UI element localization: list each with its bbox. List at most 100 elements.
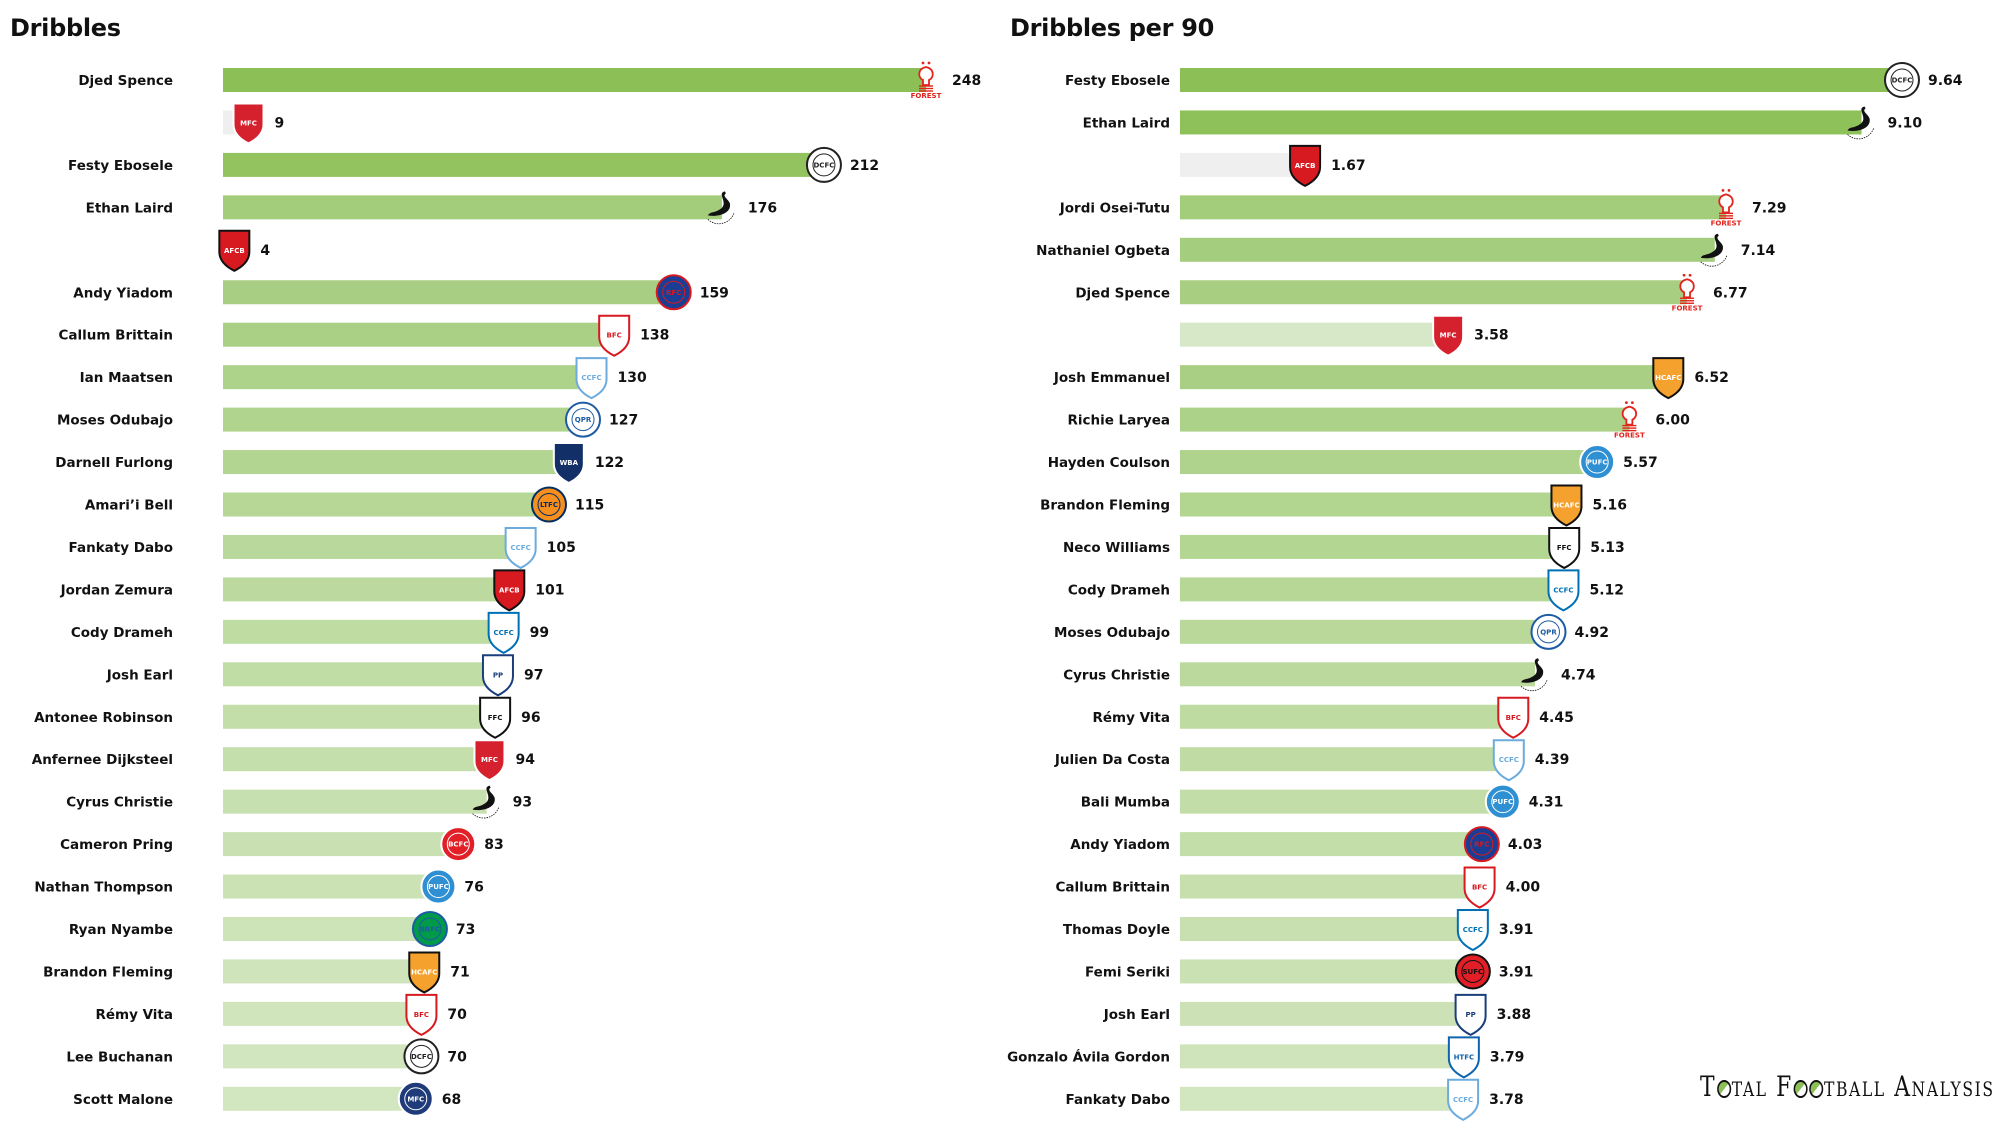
svg-text:RFC: RFC <box>666 289 681 297</box>
value-label: 3.91 <box>1499 922 1534 938</box>
bar-row: Rémy Vita BFC 4.45 <box>1092 696 1574 739</box>
player-label: Brandon Fleming <box>43 964 173 980</box>
svg-text:MFC: MFC <box>481 756 498 764</box>
svg-text:FOREST: FOREST <box>1614 432 1645 440</box>
bar <box>223 407 584 432</box>
coventry-crest-icon: CCFC <box>575 357 608 400</box>
svg-text:AFCB: AFCB <box>1295 162 1316 170</box>
svg-text:CCFC: CCFC <box>1453 1096 1473 1104</box>
bar-row: AFCB 4 <box>218 229 270 272</box>
hull-crest-icon: HCAFC <box>408 951 441 994</box>
player-label: Rémy Vita <box>95 1007 173 1023</box>
bar <box>223 662 498 687</box>
bar-row: Andy Yiadom RFC 4.03 <box>1070 826 1542 863</box>
player-label: Jordi Osei-Tutu <box>1059 200 1170 216</box>
bar-row: Scott Malone MFC 68 <box>73 1080 461 1117</box>
value-label: 94 <box>515 752 535 768</box>
value-label: 7.14 <box>1741 243 1776 259</box>
player-label: Josh Emmanuel <box>1053 370 1170 386</box>
player-label: Djed Spence <box>1075 285 1170 301</box>
bar-row: MFC 9 <box>223 102 284 145</box>
value-label: 3.91 <box>1499 964 1534 980</box>
bar <box>1180 577 1564 602</box>
svg-text:BFC: BFC <box>414 1011 429 1019</box>
svg-text:CCFC: CCFC <box>581 374 601 382</box>
barnsley-crest-icon: BFC <box>405 993 438 1037</box>
bar <box>1180 874 1480 899</box>
svg-text:BFC: BFC <box>1472 884 1487 892</box>
player-label: Andy Yiadom <box>73 285 173 301</box>
value-label: 4.00 <box>1506 880 1541 896</box>
value-label: 3.88 <box>1497 1007 1532 1023</box>
bournemouth-crest-icon: AFCB <box>1289 144 1322 188</box>
bar-row: Neco Williams FFC 5.13 <box>1063 526 1625 570</box>
svg-text:DCFC: DCFC <box>411 1053 432 1061</box>
value-label: 9.64 <box>1928 73 1963 89</box>
svg-text:WBA: WBA <box>560 459 579 467</box>
svg-text:PP: PP <box>1465 1011 1475 1019</box>
player-label: Cyrus Christie <box>66 795 173 811</box>
bar <box>223 322 615 347</box>
dribbles-bar-chart: Djed Spence FOREST 248 MFC 9 Festy Ebosele DCF… <box>32 61 981 1117</box>
value-label: 4.31 <box>1529 795 1564 811</box>
svg-text:PUFC: PUFC <box>1492 798 1513 806</box>
svg-text:FFC: FFC <box>488 714 503 722</box>
svg-text:DCFC: DCFC <box>1892 77 1913 85</box>
peterborough-crest-icon: PUFC <box>1484 783 1521 820</box>
cardiff-crest-icon: CCFC <box>1456 909 1489 952</box>
player-label: Anfernee Dijksteel <box>32 752 173 768</box>
svg-text:FOREST: FOREST <box>1672 304 1703 312</box>
value-label: 3.79 <box>1490 1049 1525 1065</box>
player-label: Festy Ebosele <box>1065 73 1170 89</box>
bar <box>1180 365 1669 390</box>
value-label: 5.57 <box>1623 455 1658 471</box>
reading-crest-icon: RFC <box>1463 826 1500 863</box>
bar <box>223 959 425 984</box>
value-label: 248 <box>952 73 981 89</box>
bar-row: Rémy Vita BFC 70 <box>95 993 467 1037</box>
bar-row: Cody Drameh CCFC 99 <box>71 611 549 654</box>
svg-text:MFC: MFC <box>407 1095 424 1103</box>
bar-row: Callum Brittain BFC 138 <box>59 314 669 357</box>
player-label: Femi Seriki <box>1085 964 1170 980</box>
reading-crest-icon: RFC <box>655 274 692 311</box>
player-label: Djed Spence <box>78 73 173 89</box>
middlesbrough-crest-icon: MFC <box>232 102 265 145</box>
coventry-crest-icon: CCFC <box>1447 1078 1480 1121</box>
svg-text:PP: PP <box>493 671 503 679</box>
player-label: Lee Buchanan <box>66 1049 173 1065</box>
bar-row: Cody Drameh CCFC 5.12 <box>1068 569 1624 612</box>
bar-row: Andy Yiadom RFC 159 <box>73 274 729 311</box>
player-label: Cameron Pring <box>60 837 173 853</box>
bar <box>1180 110 1862 135</box>
preston-crest-icon: PP <box>1454 993 1487 1037</box>
bar-row: Richie Laryea FOREST 6.00 <box>1067 401 1690 440</box>
svg-text:HCAFC: HCAFC <box>1553 502 1579 510</box>
bar-row: Callum Brittain BFC 4.00 <box>1056 866 1541 909</box>
bar <box>223 450 569 475</box>
value-label: 176 <box>748 200 777 216</box>
barnsley-crest-icon: BFC <box>598 314 631 357</box>
bristol-crest-icon: BCFC <box>440 826 477 863</box>
bar <box>1180 492 1567 517</box>
value-label: 7.29 <box>1752 200 1787 216</box>
bar <box>1180 280 1688 305</box>
player-label: Ethan Laird <box>86 200 173 216</box>
millwall-crest-icon: MFC <box>397 1080 434 1117</box>
value-label: 68 <box>442 1092 461 1108</box>
preston-crest-icon: PP <box>481 654 514 697</box>
player-label: Thomas Doyle <box>1063 922 1170 938</box>
football-icon <box>1793 1079 1808 1098</box>
svg-text:AFCB: AFCB <box>499 586 520 594</box>
bar <box>1180 450 1598 475</box>
value-label: 127 <box>609 413 638 429</box>
bar <box>1180 68 1902 92</box>
value-label: 71 <box>450 964 469 980</box>
brand-logo: Ttal Ftball Analysis <box>1700 1070 1995 1103</box>
middlesbrough-crest-icon: MFC <box>1432 314 1465 357</box>
westbrom-crest-icon: WBA <box>552 442 585 485</box>
svg-text:FOREST: FOREST <box>911 92 942 100</box>
value-label: 105 <box>547 540 576 556</box>
bar-row: Darnell Furlong WBA 122 <box>55 442 624 485</box>
bar <box>1180 237 1715 262</box>
